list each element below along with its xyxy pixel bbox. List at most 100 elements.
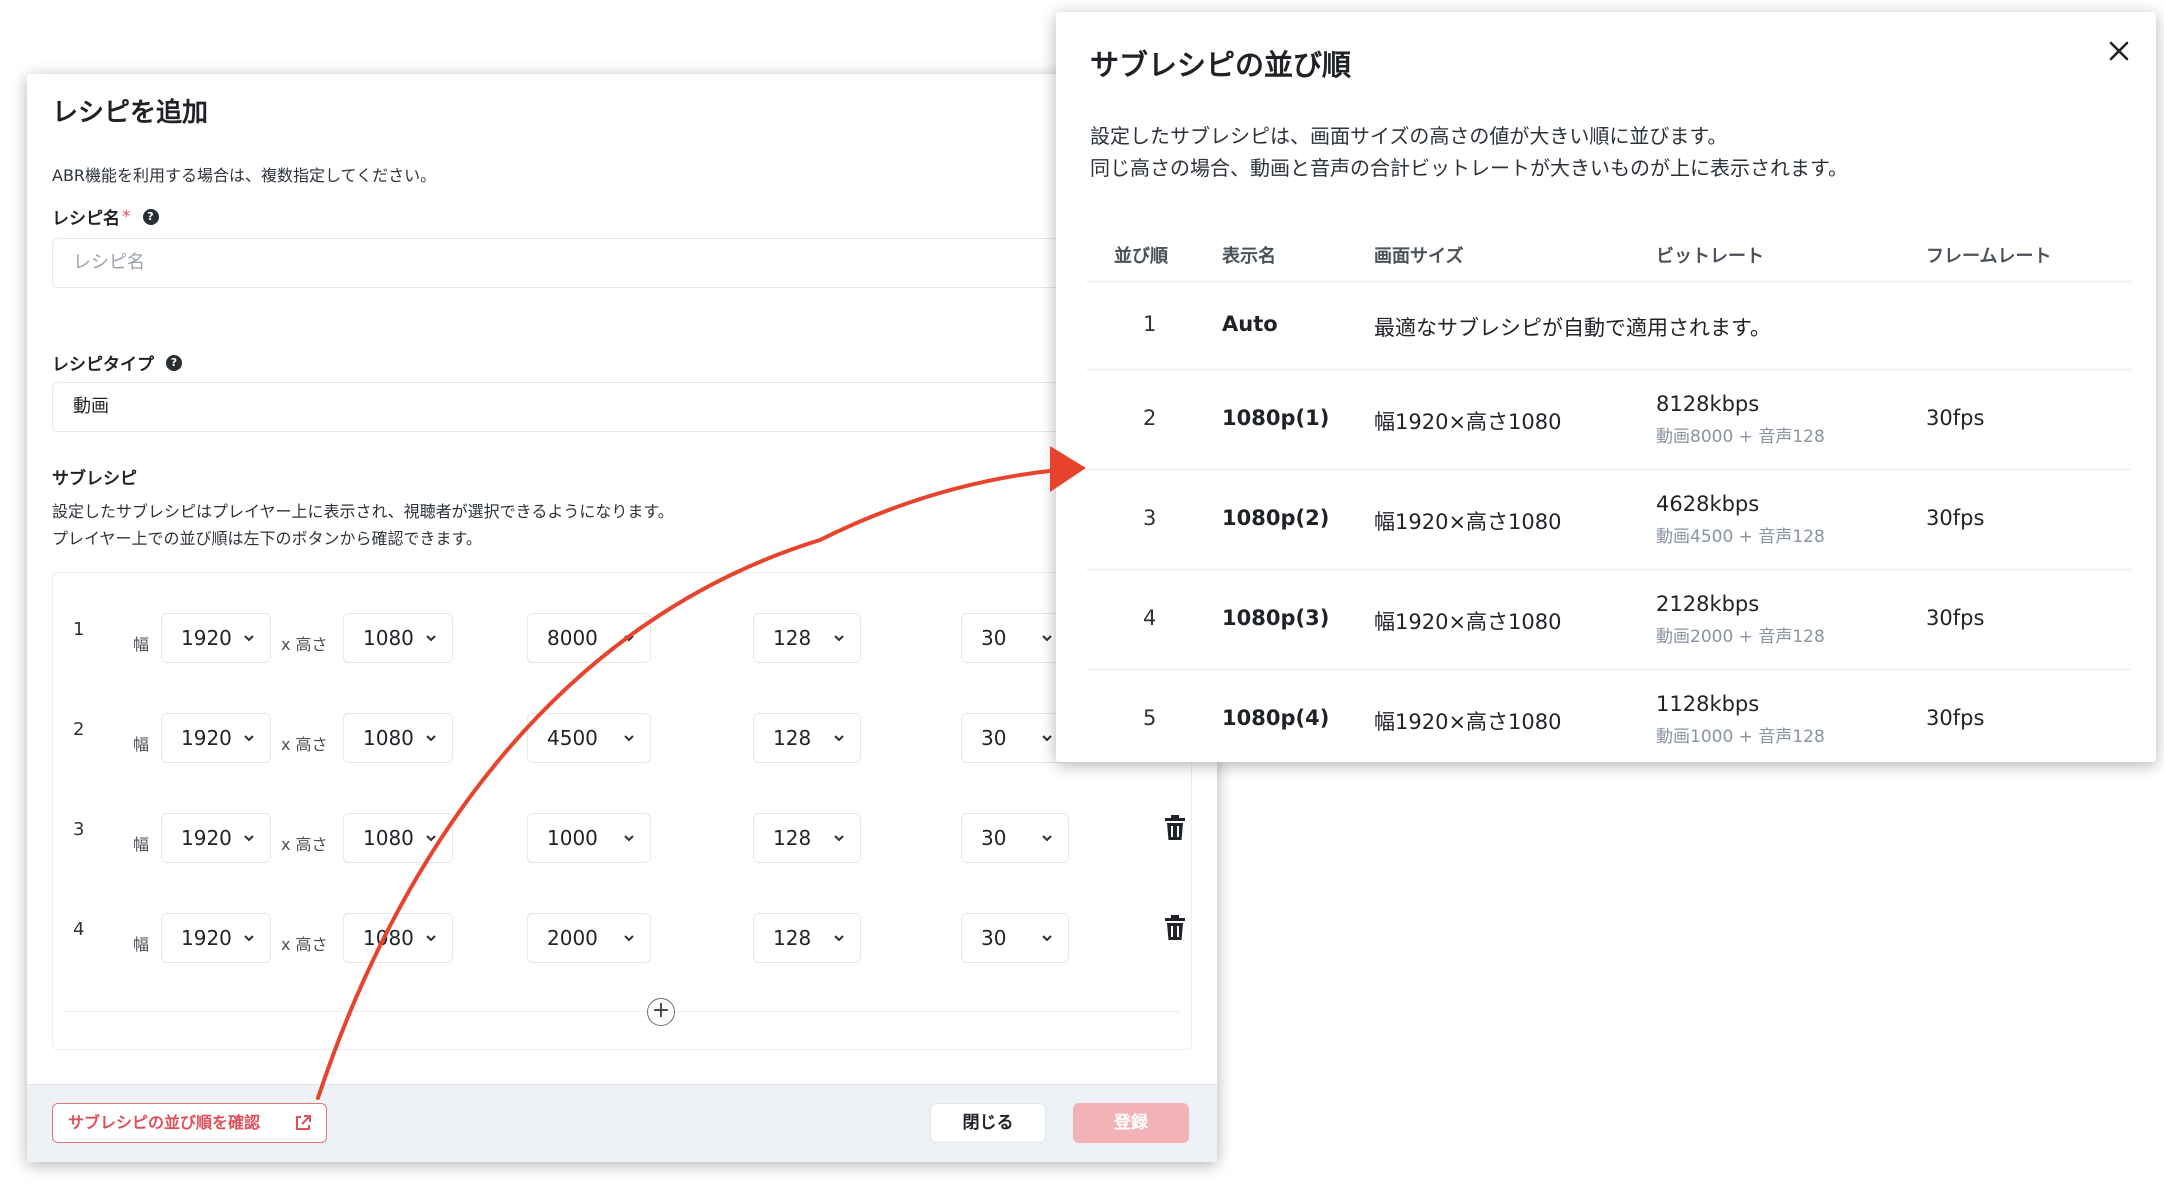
row-name: 1080p(3) bbox=[1222, 606, 1330, 630]
recipe-name-input[interactable]: レシピ名 bbox=[52, 238, 1152, 288]
height-label: x 高さ bbox=[281, 935, 328, 954]
chevron-down-icon bbox=[426, 935, 436, 942]
row-number: 1 bbox=[73, 619, 85, 640]
width-label: 幅 bbox=[133, 935, 150, 954]
subrecipe-label: サブレシピ bbox=[52, 464, 137, 489]
table-row: 5 1080p(4) 幅1920×高さ1080 1128kbps 動画1000 … bbox=[1086, 670, 2131, 770]
recipe-type-label: レシピタイプ ? bbox=[52, 350, 182, 375]
width-label: 幅 bbox=[133, 835, 150, 854]
video-bitrate-value: 8000 bbox=[547, 626, 598, 650]
width-value: 1920 bbox=[181, 726, 232, 750]
recipe-type-select[interactable]: 動画 bbox=[52, 382, 1152, 432]
row-order: 3 bbox=[1143, 506, 1157, 530]
chevron-down-icon bbox=[624, 835, 634, 842]
audio-bitrate-value: 128 bbox=[773, 726, 812, 750]
order-desc-line-1: 設定したサブレシピは、画面サイズの高さの値が大きい順に並びます。 bbox=[1090, 124, 1728, 148]
row-fps: 30fps bbox=[1926, 706, 1985, 730]
auto-description: 最適なサブレシピが自動で適用されます。 bbox=[1374, 316, 1771, 340]
header-bitrate: ビットレート bbox=[1656, 246, 1764, 267]
row-size: 幅1920×高さ1080 bbox=[1374, 510, 1562, 534]
add-subrecipe-button[interactable]: + bbox=[647, 998, 675, 1026]
video-bitrate-select[interactable]: 8000 bbox=[527, 613, 651, 663]
help-icon[interactable]: ? bbox=[166, 354, 182, 371]
height-label: x 高さ bbox=[281, 635, 328, 654]
fps-value: 30 bbox=[981, 626, 1007, 650]
chevron-down-icon bbox=[244, 635, 254, 642]
fps-select[interactable]: 30 bbox=[961, 913, 1069, 963]
register-button[interactable]: 登録 bbox=[1073, 1103, 1189, 1143]
subrecipe-row: 1 幅 1920 x 高さ 1080 8000 128 30 bbox=[53, 613, 1193, 673]
subrecipe-description: 設定したサブレシピはプレイヤー上に表示され、視聴者が選択できるようになります。 … bbox=[52, 498, 674, 552]
row-fps: 30fps bbox=[1926, 406, 1985, 430]
height-select[interactable]: 1080 bbox=[343, 613, 453, 663]
height-label: x 高さ bbox=[281, 835, 328, 854]
row-name: 1080p(2) bbox=[1222, 506, 1330, 530]
header-order: 並び順 bbox=[1114, 246, 1168, 267]
recipe-name-label: レシピ名 * ? bbox=[52, 204, 159, 229]
subrecipe-order-dialog: サブレシピの並び順 設定したサブレシピは、画面サイズの高さの値が大きい順に並びま… bbox=[1056, 12, 2156, 762]
table-row: 3 1080p(2) 幅1920×高さ1080 4628kbps 動画4500 … bbox=[1086, 470, 2131, 570]
audio-bitrate-select[interactable]: 128 bbox=[753, 613, 861, 663]
chevron-down-icon bbox=[834, 935, 844, 942]
height-value: 1080 bbox=[363, 726, 414, 750]
height-select[interactable]: 1080 bbox=[343, 813, 453, 863]
video-bitrate-select[interactable]: 1000 bbox=[527, 813, 651, 863]
width-select[interactable]: 1920 bbox=[161, 913, 271, 963]
trash-icon[interactable] bbox=[1163, 915, 1187, 941]
recipe-type-label-text: レシピタイプ bbox=[52, 355, 154, 375]
chevron-down-icon bbox=[1042, 835, 1052, 842]
video-bitrate-value: 1000 bbox=[547, 826, 598, 850]
chevron-down-icon bbox=[834, 635, 844, 642]
add-recipe-dialog: レシピを追加 ABR機能を利用する場合は、複数指定してください。 レシピ名 * … bbox=[27, 74, 1217, 1162]
audio-bitrate-value: 128 bbox=[773, 826, 812, 850]
row-bitrate-detail: 動画8000 + 音声128 bbox=[1656, 427, 1825, 447]
help-icon[interactable]: ? bbox=[142, 208, 159, 225]
chevron-down-icon bbox=[1042, 735, 1052, 742]
row-number: 2 bbox=[73, 719, 85, 740]
audio-bitrate-value: 128 bbox=[773, 926, 812, 950]
close-icon[interactable] bbox=[2106, 38, 2132, 64]
row-size: 幅1920×高さ1080 bbox=[1374, 610, 1562, 634]
fps-select[interactable]: 30 bbox=[961, 713, 1069, 763]
video-bitrate-select[interactable]: 2000 bbox=[527, 913, 651, 963]
width-value: 1920 bbox=[181, 626, 232, 650]
row-bitrate-detail: 動画1000 + 音声128 bbox=[1656, 727, 1825, 747]
header-name: 表示名 bbox=[1222, 246, 1276, 267]
width-value: 1920 bbox=[181, 826, 232, 850]
check-order-button[interactable]: サブレシピの並び順を確認 bbox=[52, 1103, 327, 1143]
row-bitrate: 4628kbps bbox=[1656, 492, 1760, 516]
width-select[interactable]: 1920 bbox=[161, 613, 271, 663]
height-select[interactable]: 1080 bbox=[343, 913, 453, 963]
chevron-down-icon bbox=[1042, 635, 1052, 642]
trash-icon[interactable] bbox=[1163, 815, 1187, 841]
video-bitrate-select[interactable]: 4500 bbox=[527, 713, 651, 763]
close-button[interactable]: 閉じる bbox=[930, 1103, 1046, 1143]
order-description: 設定したサブレシピは、画面サイズの高さの値が大きい順に並びます。 同じ高さの場合… bbox=[1090, 120, 1848, 184]
width-select[interactable]: 1920 bbox=[161, 813, 271, 863]
row-order: 2 bbox=[1143, 406, 1157, 430]
header-framerate: フレームレート bbox=[1926, 246, 2052, 267]
subrecipe-desc-line-2: プレイヤー上での並び順は左下のボタンから確認できます。 bbox=[52, 529, 482, 548]
dialog-footer: サブレシピの並び順を確認 閉じる 登録 bbox=[27, 1084, 1217, 1162]
chevron-down-icon bbox=[244, 835, 254, 842]
width-select[interactable]: 1920 bbox=[161, 713, 271, 763]
check-order-label: サブレシピの並び順を確認 bbox=[68, 1113, 261, 1132]
height-value: 1080 bbox=[363, 926, 414, 950]
row-fps: 30fps bbox=[1926, 506, 1985, 530]
height-select[interactable]: 1080 bbox=[343, 713, 453, 763]
height-value: 1080 bbox=[363, 626, 414, 650]
fps-select[interactable]: 30 bbox=[961, 613, 1069, 663]
fps-select[interactable]: 30 bbox=[961, 813, 1069, 863]
audio-bitrate-select[interactable]: 128 bbox=[753, 713, 861, 763]
audio-bitrate-select[interactable]: 128 bbox=[753, 813, 861, 863]
row-name: 1080p(1) bbox=[1222, 406, 1330, 430]
chevron-down-icon bbox=[426, 735, 436, 742]
chevron-down-icon bbox=[834, 835, 844, 842]
video-bitrate-value: 4500 bbox=[547, 726, 598, 750]
chevron-down-icon bbox=[426, 635, 436, 642]
fps-value: 30 bbox=[981, 926, 1007, 950]
fps-value: 30 bbox=[981, 826, 1007, 850]
row-name: 1080p(4) bbox=[1222, 706, 1330, 730]
audio-bitrate-select[interactable]: 128 bbox=[753, 913, 861, 963]
row-number: 4 bbox=[73, 919, 85, 940]
